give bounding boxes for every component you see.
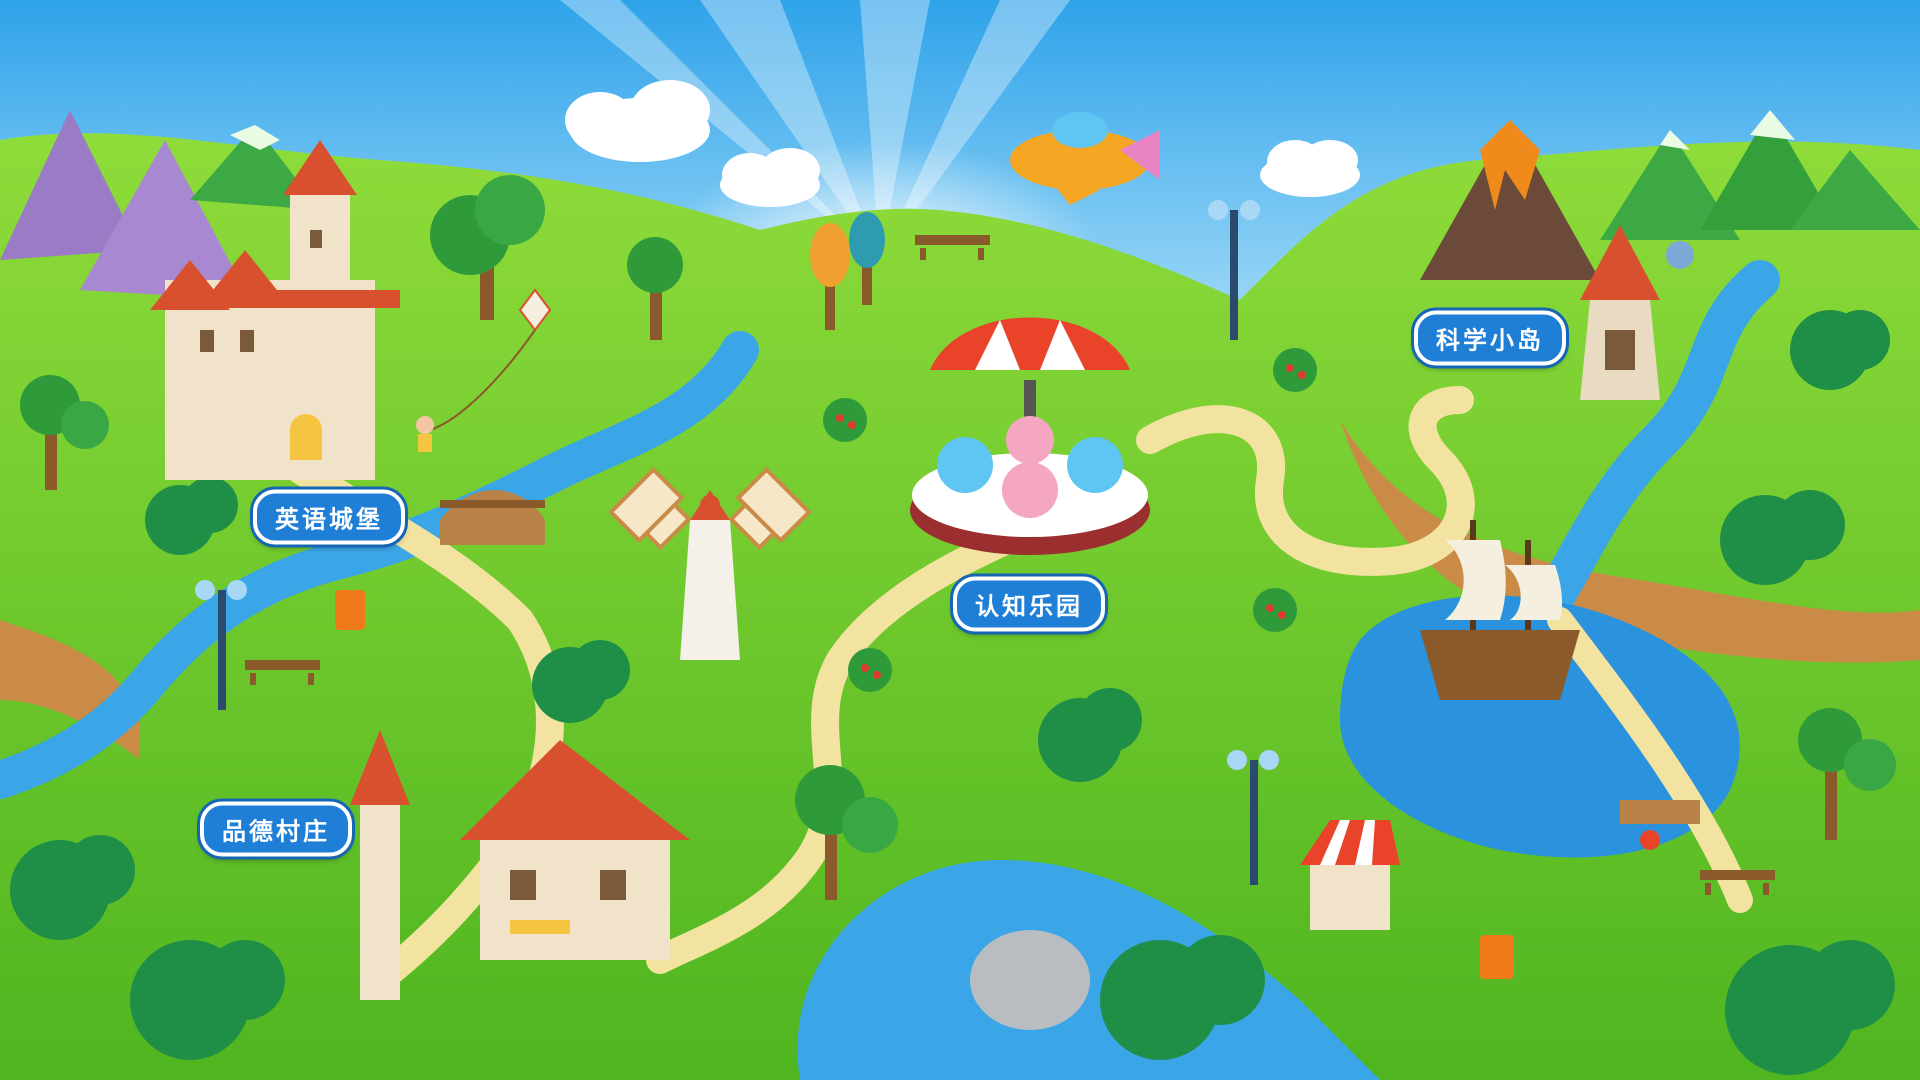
child-figure: [416, 416, 434, 452]
trash-bin-icon: [1480, 935, 1514, 979]
trash-bin-icon: [335, 590, 365, 630]
location-label-english-castle[interactable]: 英语城堡: [253, 489, 405, 545]
flower-bush-icon: [823, 398, 867, 442]
location-label-science-island[interactable]: 科学小岛: [1414, 310, 1566, 366]
location-label-morality-village[interactable]: 品德村庄: [200, 801, 352, 857]
cloud-icon: [720, 148, 820, 207]
flower-bush-icon: [848, 648, 892, 692]
flower-bush-icon: [1273, 348, 1317, 392]
cloud-icon: [1260, 140, 1360, 197]
location-label-cognition-park[interactable]: 认知乐园: [953, 576, 1105, 632]
flower-bush-icon: [1253, 588, 1297, 632]
rock: [970, 930, 1090, 1030]
game-map: 英语城堡 认知乐园 科学小岛 品德村庄: [0, 0, 1920, 1080]
